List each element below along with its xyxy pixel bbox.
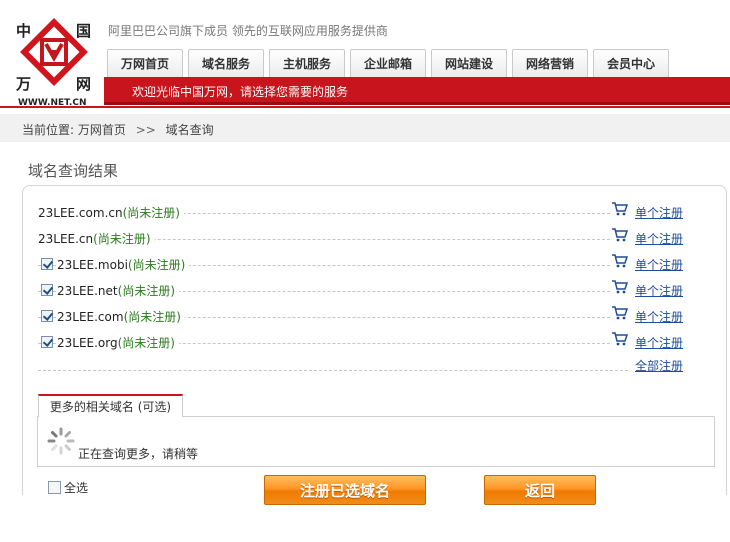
register-single-link[interactable]: 单个注册 [635, 204, 683, 221]
welcome-bar: 欢迎光临中国万网，请选择您需要的服务 [104, 77, 730, 105]
main-nav: 万网首页 域名服务 主机服务 企业邮箱 网站建设 网络营销 会员中心 [107, 49, 674, 77]
back-button[interactable]: 返回 [484, 475, 596, 505]
logo-char-guo: 国 [76, 22, 91, 40]
more-domains-box: 正在查询更多，请稍等 [37, 416, 715, 467]
page-title: 域名查询结果 [28, 162, 119, 180]
domain-status: (尚未注册) [122, 206, 180, 220]
domain-status: (尚未注册) [117, 336, 175, 350]
nav-tab-member[interactable]: 会员中心 [593, 49, 669, 77]
domain-name: 23LEE.cn [38, 232, 94, 246]
shopping-cart-icon[interactable] [612, 228, 628, 242]
result-domain: 23LEE.org(尚未注册) [57, 334, 179, 351]
register-single-link[interactable]: 单个注册 [635, 282, 683, 299]
nav-tab-domain[interactable]: 域名服务 [188, 49, 264, 77]
register-selected-button[interactable]: 注册已选域名 [264, 475, 426, 505]
domain-status: (尚未注册) [93, 232, 151, 246]
result-row: 23LEE.cn(尚未注册) 单个注册 [38, 228, 688, 248]
logo[interactable]: 中 国 万 网 WWW.NET.CN [14, 14, 102, 110]
register-single-link[interactable]: 单个注册 [635, 256, 683, 273]
breadcrumb-separator: >> [135, 123, 156, 137]
header-slogan: 阿里巴巴公司旗下成员 领先的互联网应用服务提供商 [108, 24, 388, 38]
domain-name: 23LEE.com.cn [38, 206, 123, 220]
domain-status: (尚未注册) [123, 310, 181, 324]
register-single-link[interactable]: 单个注册 [635, 230, 683, 247]
select-all-label: 全选 [64, 481, 89, 495]
shopping-cart-icon[interactable] [612, 254, 628, 268]
loading-spinner-icon [47, 427, 75, 455]
register-single-link[interactable]: 单个注册 [635, 308, 683, 325]
domain-name: 23LEE.net [57, 284, 118, 298]
nav-tab-mail[interactable]: 企业邮箱 [350, 49, 426, 77]
result-domain: 23LEE.cn(尚未注册) [38, 230, 155, 247]
result-row: 23LEE.org(尚未注册) 单个注册 [38, 332, 688, 352]
nav-tab-hosting[interactable]: 主机服务 [269, 49, 345, 77]
domain-name: 23LEE.com [57, 310, 124, 324]
shopping-cart-icon[interactable] [612, 202, 628, 216]
domain-name: 23LEE.mobi [57, 258, 128, 272]
domain-checkbox[interactable] [41, 336, 53, 348]
domain-checkbox[interactable] [41, 310, 53, 322]
nav-tab-home[interactable]: 万网首页 [107, 49, 183, 77]
breadcrumb: 当前位置: 万网首页 >> 域名查询 [0, 114, 730, 142]
shopping-cart-icon[interactable] [612, 306, 628, 320]
logo-char-wan: 万 [15, 75, 31, 93]
result-domain: 23LEE.com(尚未注册) [57, 308, 185, 325]
nav-tab-marketing[interactable]: 网络营销 [512, 49, 588, 77]
shopping-cart-icon[interactable] [612, 280, 628, 294]
tab-more-domains[interactable]: 更多的相关域名 (可选) [38, 394, 183, 417]
register-single-link[interactable]: 单个注册 [635, 334, 683, 351]
checkbox-unchecked-icon[interactable] [48, 481, 61, 494]
register-all-leader [38, 370, 628, 371]
loading-text: 正在查询更多，请稍等 [78, 447, 199, 461]
shopping-cart-icon[interactable] [612, 332, 628, 346]
header-divider [0, 106, 730, 108]
result-domain: 23LEE.com.cn(尚未注册) [38, 204, 184, 221]
result-domain: 23LEE.mobi(尚未注册) [57, 256, 190, 273]
breadcrumb-current: 域名查询 [165, 123, 214, 137]
register-all-link[interactable]: 全部注册 [635, 357, 683, 374]
logo-char-zhong: 中 [16, 22, 31, 40]
welcome-text: 欢迎光临中国万网，请选择您需要的服务 [132, 85, 349, 99]
logo-char-wang: 网 [76, 75, 91, 93]
result-row: 23LEE.net(尚未注册) 单个注册 [38, 280, 688, 300]
domain-checkbox[interactable] [41, 284, 53, 296]
breadcrumb-home[interactable]: 当前位置: 万网首页 [22, 123, 126, 137]
domain-checkbox[interactable] [41, 258, 53, 270]
domain-status: (尚未注册) [127, 258, 186, 272]
result-domain: 23LEE.net(尚未注册) [57, 282, 180, 299]
domain-status: (尚未注册) [117, 284, 176, 298]
select-all-checkbox[interactable]: 全选 [48, 479, 88, 496]
result-row: 23LEE.com(尚未注册) 单个注册 [38, 306, 688, 326]
nav-tab-website[interactable]: 网站建设 [431, 49, 507, 77]
result-row: 23LEE.mobi(尚未注册) 单个注册 [38, 254, 688, 274]
domain-name: 23LEE.org [57, 336, 118, 350]
result-row: 23LEE.com.cn(尚未注册) 单个注册 [38, 202, 688, 222]
